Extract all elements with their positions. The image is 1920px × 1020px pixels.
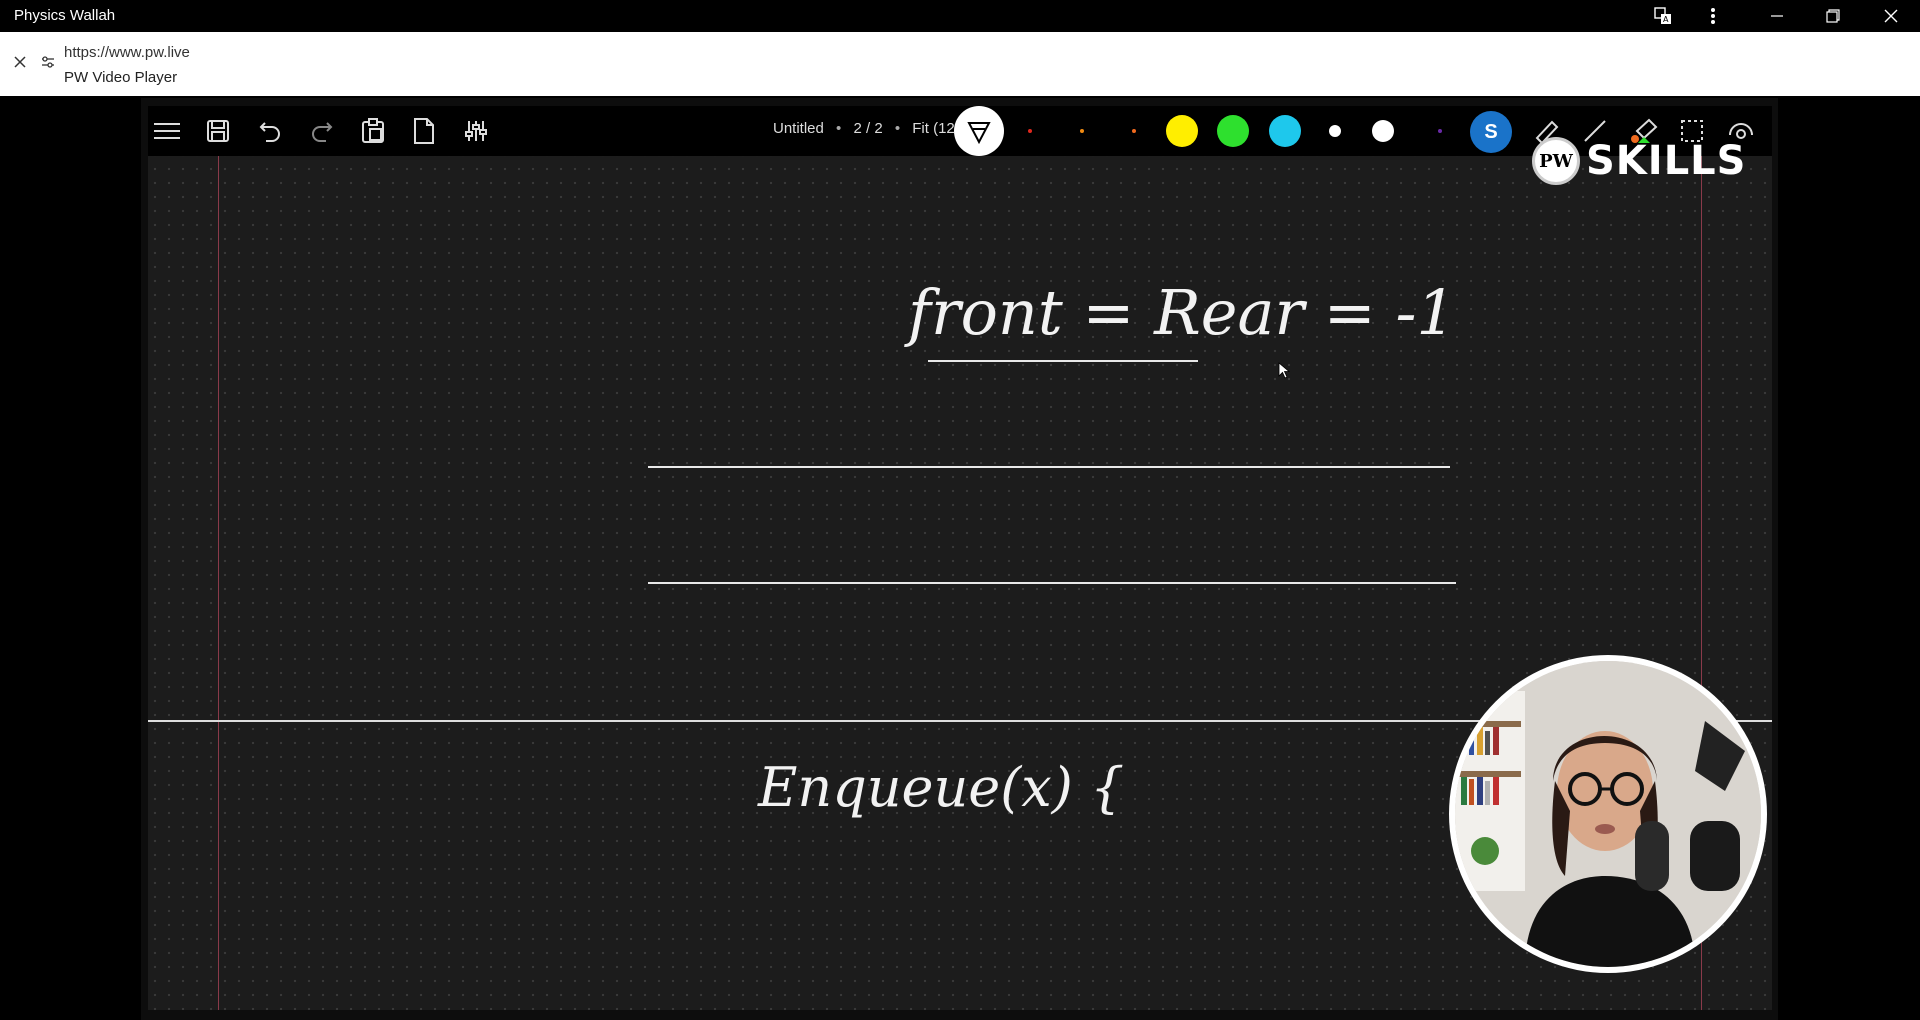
- window-titlebar: Physics Wallah A: [0, 0, 1920, 32]
- instructor-video: [1455, 661, 1761, 967]
- app-address-bar: https://www.pw.live PW Video Player: [0, 32, 1920, 96]
- pw-skills-logo: PW SKILLS: [1532, 136, 1746, 186]
- color-green-swatch[interactable]: [1217, 115, 1249, 147]
- svg-text:A: A: [1663, 15, 1669, 24]
- clipboard-icon[interactable]: [354, 106, 392, 156]
- translate-icon[interactable]: A: [1640, 0, 1686, 32]
- menu-icon[interactable]: [148, 106, 186, 156]
- page-url[interactable]: https://www.pw.live: [64, 44, 190, 61]
- instructor-silhouette: [1455, 661, 1761, 967]
- color-red-swatch[interactable]: [1028, 129, 1032, 133]
- underline-stroke: [928, 360, 1198, 362]
- page-title: PW Video Player: [64, 69, 178, 86]
- pen-tool-button[interactable]: [954, 106, 1004, 156]
- redo-icon[interactable]: [303, 106, 341, 156]
- document-info: Untitled • 2 / 2 • Fit (123%): [773, 120, 982, 137]
- color-orange-swatch[interactable]: [1080, 129, 1084, 133]
- pen-icon: [967, 122, 991, 144]
- minimize-button[interactable]: [1754, 0, 1800, 32]
- handwritten-enqueue: Enqueue(x) {: [758, 756, 1125, 819]
- queue-line-bottom: [648, 582, 1456, 584]
- color-white-large-swatch[interactable]: [1372, 120, 1394, 142]
- page-indicator: 2 / 2: [853, 120, 883, 137]
- color-yellow-swatch[interactable]: [1166, 115, 1198, 147]
- whiteboard-toolbar: Untitled • 2 / 2 • Fit (123%) S: [148, 106, 1772, 156]
- close-icon[interactable]: [12, 54, 28, 75]
- site-settings-icon[interactable]: [40, 54, 56, 75]
- margin-line-left: [218, 156, 219, 1010]
- pw-logo-mark: PW: [1532, 137, 1580, 185]
- color-white-small-swatch[interactable]: [1329, 125, 1341, 137]
- color-purple-swatch[interactable]: [1438, 129, 1442, 133]
- queue-line-top: [648, 466, 1450, 468]
- color-dark-orange-swatch[interactable]: [1132, 129, 1136, 133]
- document-name: Untitled: [773, 120, 824, 137]
- skills-logo-text: SKILLS: [1586, 138, 1747, 184]
- color-cyan-swatch[interactable]: [1269, 115, 1301, 147]
- handwritten-front-rear: front = Rear = -1: [908, 276, 1456, 349]
- save-icon[interactable]: [199, 106, 237, 156]
- undo-icon[interactable]: [251, 106, 289, 156]
- instructor-webcam: [1449, 655, 1767, 973]
- smart-pen-icon[interactable]: S: [1470, 111, 1512, 153]
- window-title: Physics Wallah: [14, 7, 116, 24]
- more-options-icon[interactable]: [1690, 0, 1736, 32]
- new-page-icon[interactable]: [405, 106, 443, 156]
- cursor-icon: [1278, 362, 1291, 379]
- restore-button[interactable]: [1810, 0, 1856, 32]
- close-window-button[interactable]: [1868, 0, 1914, 32]
- settings-sliders-icon[interactable]: [457, 106, 495, 156]
